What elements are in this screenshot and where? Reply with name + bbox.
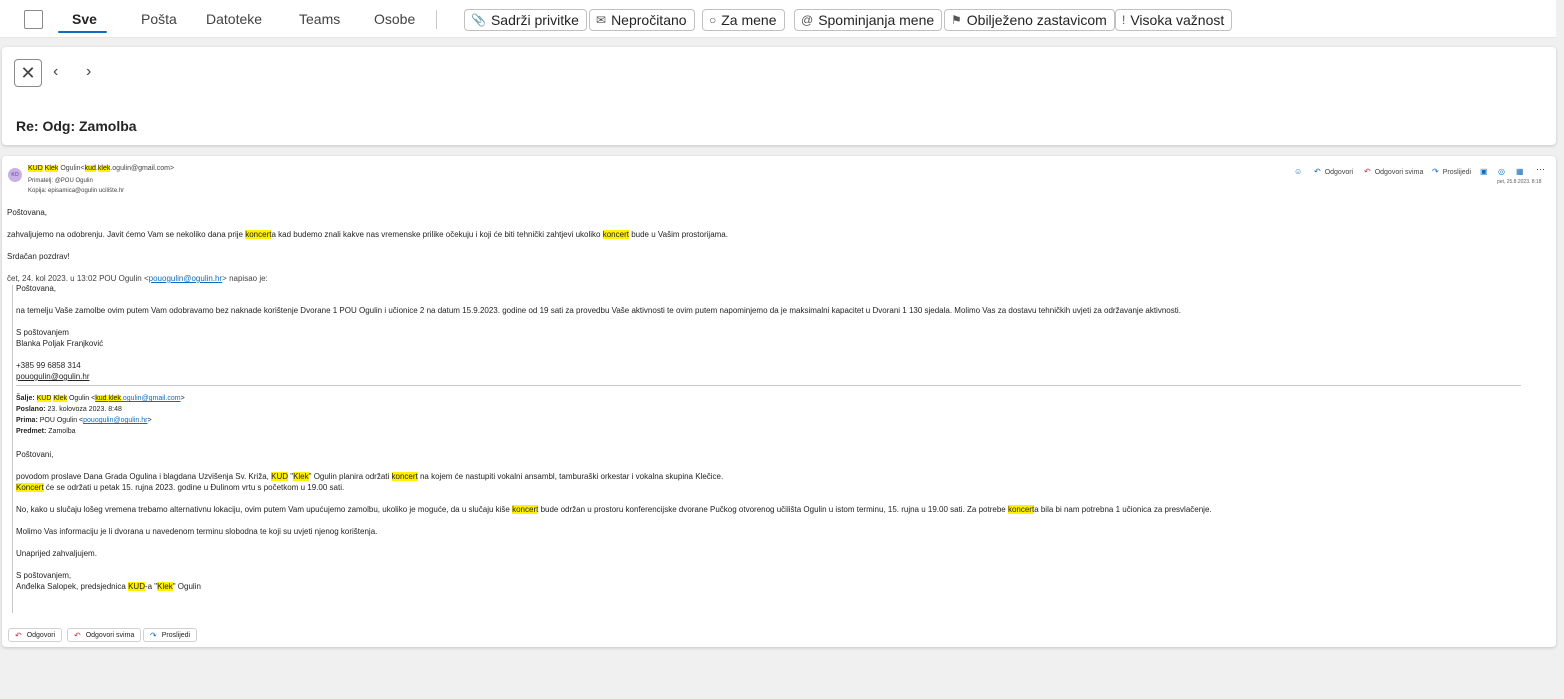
envelope-icon: ✉ xyxy=(596,13,607,27)
sender[interactable]: KUD Klek Ogulin<kud.klek.ogulin@gmail.co… xyxy=(28,165,174,172)
paperclip-icon: 📎 xyxy=(471,13,486,27)
forward-button[interactable]: ↷ Proslijedi xyxy=(1432,167,1471,176)
person-icon: ○ xyxy=(709,13,717,27)
flag-icon: ⚑ xyxy=(951,13,962,27)
email-link[interactable]: pouogulin@ogulin.hr xyxy=(149,274,223,283)
closing: Srdačan pozdrav! xyxy=(7,252,70,261)
quote-bar xyxy=(12,285,13,613)
tab-sve[interactable]: Sve xyxy=(72,11,97,27)
loop-button[interactable]: ◎ xyxy=(1498,167,1509,176)
chip-mentions[interactable]: @ Spominjanja mene xyxy=(794,9,943,31)
forward-icon: ↷ xyxy=(1432,167,1439,176)
orig-paragraph: Koncert će se održati u petak 15. rujna … xyxy=(16,483,345,492)
reply-icon: ↶ xyxy=(1314,167,1321,176)
at-icon: @ xyxy=(801,13,814,27)
orig-from: Šalje: KUD Klek Ogulin <kud.klek.ogulin@… xyxy=(16,395,185,402)
tab-posta[interactable]: Pošta xyxy=(141,11,177,27)
footer-reply-all-button[interactable]: ↶ Odgovori svima xyxy=(67,628,142,642)
quote-phone: +385 99 6858 314 xyxy=(16,361,81,370)
chip-unread[interactable]: ✉ Nepročitano xyxy=(589,9,695,31)
orig-subject: Predmet: Zamolba xyxy=(16,428,76,435)
message-date: pet, 25.8.2023. 8:18 xyxy=(1497,179,1542,185)
footer-forward-button[interactable]: ↷ Proslijedi xyxy=(143,628,198,642)
quote-signature-name: Blanka Poljak Franjković xyxy=(16,339,104,348)
reply-button[interactable]: ↶ Odgovori xyxy=(1314,167,1353,176)
close-icon: ✕ xyxy=(20,62,36,83)
chip-high-importance[interactable]: ! Visoka važnost xyxy=(1115,9,1233,31)
reply-all-button[interactable]: ↶ Odgovori svima xyxy=(1364,167,1423,176)
reply-all-icon: ↶ xyxy=(74,630,81,640)
orig-paragraph: Unaprijed zahvaljujem. xyxy=(16,549,97,558)
orig-paragraph: Molimo Vas informaciju je li dvorana u n… xyxy=(16,527,378,536)
chip-flagged[interactable]: ⚑ Obilježeno zastavicom xyxy=(944,9,1115,31)
orig-signature: Anđelka Salopek, predsjednica KUD-a "Kle… xyxy=(16,582,201,591)
recipient-name[interactable]: @POU Ogulin xyxy=(55,178,93,184)
cc-line: Kopija: episamica@ogulin ucilište.hr xyxy=(28,188,125,194)
reading-pane-header: ✕ ‹ › Re: Odg: Zamolba xyxy=(2,47,1556,145)
tab-teams[interactable]: Teams xyxy=(299,11,340,27)
orig-to-email-link[interactable]: pouogulin@ogulin.hr xyxy=(83,417,147,424)
orig-regards: S poštovanjem, xyxy=(16,571,72,580)
tab-datoteke[interactable]: Datoteke xyxy=(206,11,262,27)
forward-icon: ↷ xyxy=(150,630,157,640)
more-icon: ⋯ xyxy=(1536,164,1545,174)
orig-greeting: Poštovani, xyxy=(16,450,54,459)
separator xyxy=(16,385,1521,386)
select-all-checkbox[interactable] xyxy=(24,10,43,29)
footer-reply-button[interactable]: ↶ Odgovori xyxy=(8,628,63,642)
orig-paragraph: povodom proslave Dana Grada Ogulina i bl… xyxy=(16,472,724,481)
message-card: KO KUD Klek Ogulin<kud.klek.ogulin@gmail… xyxy=(2,156,1556,647)
orig-paragraph: No, kako u slučaju lošeg vremena trebamo… xyxy=(16,505,1212,514)
next-button[interactable]: › xyxy=(86,63,91,81)
chevron-left-icon: ‹ xyxy=(53,63,59,80)
tab-osobe[interactable]: Osobe xyxy=(374,11,415,27)
reply-all-icon: ↶ xyxy=(1364,167,1371,176)
quote-regards: S poštovanjem xyxy=(16,328,69,337)
message-subject: Re: Odg: Zamolba xyxy=(16,118,137,134)
quote-greeting: Poštovana, xyxy=(16,284,57,293)
quote-email-link[interactable]: pouogulin@ogulin.hr xyxy=(16,372,90,381)
filter-bar: Sve Pošta Datoteke Teams Osobe 📎 Sadrži … xyxy=(0,0,1556,38)
orig-from-email-link[interactable]: kud.klek.ogulin@gmail.com xyxy=(95,395,181,402)
smiley-icon: ☺ xyxy=(1294,167,1303,176)
previous-button[interactable]: ‹ xyxy=(53,63,58,81)
avatar[interactable]: KO xyxy=(8,168,22,182)
orig-sent: Poslano: 23. kolovoza 2023. 8:48 xyxy=(16,406,122,413)
quote-text: na temelju Vaše zamolbe ovim putem Vam o… xyxy=(16,306,1181,315)
loop-icon: ◎ xyxy=(1498,167,1505,176)
recipients: Primatelj: @POU Ogulin xyxy=(28,178,93,184)
active-tab-indicator xyxy=(58,31,107,33)
teams-button[interactable]: ▣ xyxy=(1480,167,1492,176)
quote-header: čet, 24. kol 2023. u 13:02 POU Ogulin <p… xyxy=(7,274,268,283)
reply-icon: ↶ xyxy=(15,630,22,640)
emoji-button[interactable]: ☺ xyxy=(1294,167,1306,176)
greeting: Poštovana, xyxy=(7,208,48,217)
apps-button[interactable]: ▦ xyxy=(1516,167,1528,176)
close-button[interactable]: ✕ xyxy=(14,59,42,87)
divider xyxy=(436,10,437,29)
more-options-button[interactable]: ⋯ xyxy=(1536,164,1545,175)
orig-to: Prima: POU Ogulin <pouogulin@ogulin.hr> xyxy=(16,417,152,424)
chevron-right-icon: › xyxy=(86,63,92,80)
exclamation-icon: ! xyxy=(1122,13,1126,27)
teams-icon: ▣ xyxy=(1480,167,1488,176)
chip-has-attachments[interactable]: 📎 Sadrži privitke xyxy=(464,9,587,31)
chip-to-me[interactable]: ○ Za mene xyxy=(702,9,785,31)
grid-icon: ▦ xyxy=(1516,167,1524,176)
body-line: zahvaljujemo na odobrenju. Javit ćemo Va… xyxy=(7,230,728,239)
